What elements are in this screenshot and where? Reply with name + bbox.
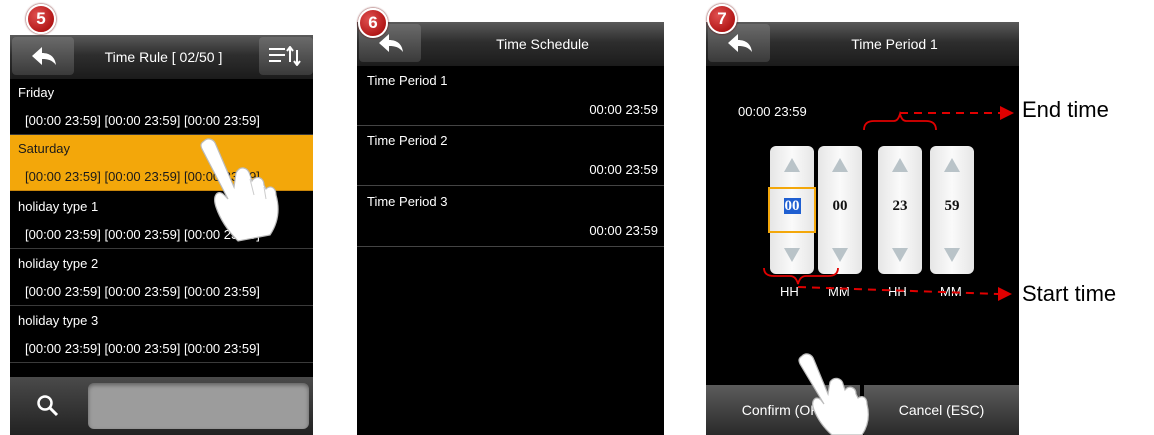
end-time-callout: End time (1022, 97, 1109, 122)
annotation-overlay (763, 106, 1014, 301)
start-time-callout: Start time (1022, 281, 1117, 306)
